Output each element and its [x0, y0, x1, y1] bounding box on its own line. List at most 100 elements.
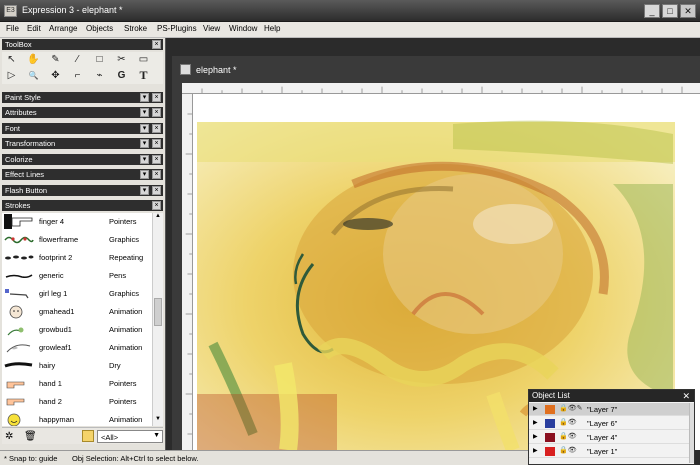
menu-file[interactable]: File	[6, 24, 19, 33]
panel-strokes[interactable]: Strokes ×	[2, 200, 163, 211]
panel-close-icon[interactable]: ×	[152, 124, 161, 133]
expand-icon[interactable]: ▾	[140, 170, 149, 179]
pen-node-icon[interactable]: ⌁	[92, 68, 107, 83]
scroll-down-icon[interactable]: ▼	[154, 416, 162, 425]
panel-flash-button[interactable]: Flash Button ▾ ×	[2, 185, 163, 196]
expand-arrow-icon[interactable]: ▶	[533, 433, 538, 440]
marquee-icon[interactable]: ▭	[136, 52, 151, 67]
layer-row[interactable]: ▶ 🔒👁 "Layer 6"	[529, 417, 689, 430]
vertical-ruler	[182, 94, 193, 450]
list-item[interactable]: hand 1 Pointers	[2, 375, 152, 393]
lock-eye-icons[interactable]: 🔒👁	[559, 446, 577, 454]
stroke-name: hand 1	[39, 379, 62, 388]
object-list-header: Object List ✕	[529, 390, 694, 402]
expand-arrow-icon[interactable]: ▶	[533, 447, 538, 454]
menu-objects[interactable]: Objects	[86, 24, 113, 33]
brush-icon[interactable]: ✎	[48, 52, 63, 67]
arrow-icon[interactable]: ↖	[4, 52, 19, 67]
rectangle-icon[interactable]: □	[92, 52, 107, 67]
panel-attributes[interactable]: Attributes ▾ ×	[2, 107, 163, 118]
panel-effect-lines[interactable]: Effect Lines ▾ ×	[2, 169, 163, 180]
menu-edit[interactable]: Edit	[27, 24, 41, 33]
list-item[interactable]: hand 2 Pointers	[2, 393, 152, 411]
list-item[interactable]: footprint 2 Repeating	[2, 249, 152, 267]
trash-icon[interactable]: 🗑	[24, 430, 38, 443]
expand-icon[interactable]: ▾	[140, 139, 149, 148]
panel-close-icon[interactable]: ×	[152, 93, 161, 102]
strokes-filter-select[interactable]: <All> ▼	[97, 430, 163, 443]
list-item[interactable]: growbud1 Animation	[2, 321, 152, 339]
minimize-button[interactable]: _	[644, 4, 660, 18]
expand-icon[interactable]: ▾	[140, 108, 149, 117]
title-bar: E3 Expression 3 - elephant * _ □ ✕	[0, 0, 700, 22]
list-item[interactable]: flowerframe Graphics	[2, 231, 152, 249]
knife-icon[interactable]: ⌐	[70, 68, 85, 83]
panel-close-icon[interactable]: ×	[152, 40, 161, 49]
list-item[interactable]: happyman Animation	[2, 411, 152, 426]
panel-close-icon[interactable]: ×	[152, 155, 161, 164]
expand-icon[interactable]: ▾	[140, 155, 149, 164]
lock-eye-icons[interactable]: 🔒👁	[559, 418, 577, 426]
stroke-type: Graphics	[109, 235, 140, 244]
spiral-G-icon[interactable]: G	[114, 68, 129, 83]
stroke-type: Repeating	[109, 253, 144, 262]
object-list-scrollbar[interactable]	[689, 403, 694, 463]
close-button[interactable]: ✕	[680, 4, 696, 18]
chevron-down-icon[interactable]: ▼	[153, 432, 160, 439]
hand-icon[interactable]: ✋	[26, 52, 41, 67]
close-icon[interactable]: ✕	[682, 390, 690, 402]
menu-window[interactable]: Window	[229, 24, 257, 33]
new-stroke-icon[interactable]: ✲	[5, 430, 19, 443]
expand-icon[interactable]: ▾	[140, 93, 149, 102]
layer-row[interactable]: ▶ 🔒👁✎ "Layer 7"	[529, 403, 689, 416]
menu-view[interactable]: View	[203, 24, 220, 33]
list-item[interactable]: growleaf1 Animation	[2, 339, 152, 357]
panel-transformation[interactable]: Transformation ▾ ×	[2, 138, 163, 149]
panel-close-icon[interactable]: ×	[152, 201, 161, 210]
list-item[interactable]: gmahead1 Animation	[2, 303, 152, 321]
app-icon[interactable]: E3	[4, 5, 17, 17]
panel-paint-style[interactable]: Paint Style ▾ ×	[2, 92, 163, 103]
grow-bud-icon	[7, 327, 24, 336]
panel-close-icon[interactable]: ×	[152, 170, 161, 179]
zoom-icon[interactable]: 🔍	[26, 68, 41, 83]
panel-colorize[interactable]: Colorize ▾ ×	[2, 154, 163, 165]
happyman-icon	[7, 413, 21, 426]
lock-eye-icons[interactable]: 🔒👁	[559, 432, 577, 440]
scissors-icon[interactable]: ✂	[114, 52, 129, 67]
expand-icon[interactable]: ▾	[140, 186, 149, 195]
maximize-button[interactable]: □	[662, 4, 678, 18]
folder-icon[interactable]	[82, 430, 94, 442]
scroll-up-icon[interactable]: ▲	[154, 213, 162, 222]
strokes-scrollbar[interactable]: ▲ ▼	[152, 213, 163, 426]
panel-close-icon[interactable]: ×	[152, 139, 161, 148]
panel-close-icon[interactable]: ×	[152, 108, 161, 117]
layer-row[interactable]: ▶ 🔒👁 "Layer 1"	[529, 445, 689, 458]
layer-row[interactable]: ▶ 🔒👁 "Layer 4"	[529, 431, 689, 444]
menu-ps-plugins[interactable]: PS-Plugins	[157, 24, 197, 33]
node-arrow-icon[interactable]: ▷	[4, 68, 19, 83]
expand-arrow-icon[interactable]: ▶	[533, 419, 538, 426]
flower-frame-icon	[4, 236, 34, 244]
list-item[interactable]: girl leg 1 Graphics	[2, 285, 152, 303]
menu-help[interactable]: Help	[264, 24, 280, 33]
list-item[interactable]: generic Pens	[2, 267, 152, 285]
finger-pointer-icon	[4, 214, 33, 229]
list-item[interactable]: finger 4 Pointers	[2, 213, 152, 231]
star-move-icon[interactable]: ✥	[48, 68, 63, 83]
menu-arrange[interactable]: Arrange	[49, 24, 77, 33]
eyedropper-icon[interactable]: ⁄	[70, 52, 85, 67]
toolbox-header[interactable]: ToolBox ×	[2, 39, 163, 50]
panel-font[interactable]: Font ▾ ×	[2, 123, 163, 134]
panel-close-icon[interactable]: ×	[152, 186, 161, 195]
window-title: Expression 3 - elephant *	[22, 5, 123, 15]
expand-icon[interactable]: ▾	[140, 124, 149, 133]
panel-title: Colorize	[5, 155, 33, 164]
expand-arrow-icon[interactable]: ▶	[533, 405, 538, 412]
scroll-thumb[interactable]	[154, 298, 162, 326]
list-item[interactable]: hairy Dry	[2, 357, 152, 375]
text-T-icon[interactable]: T	[136, 68, 151, 83]
filter-value: <All>	[101, 433, 119, 442]
lock-eye-icons[interactable]: 🔒👁✎	[559, 404, 582, 412]
menu-stroke[interactable]: Stroke	[124, 24, 147, 33]
